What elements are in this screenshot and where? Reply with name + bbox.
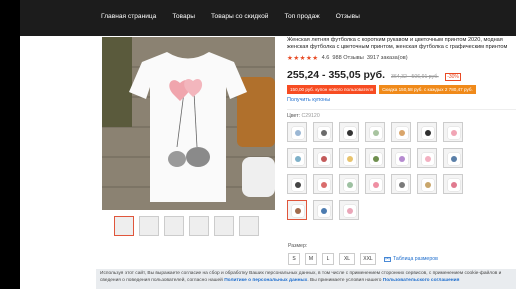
color-swatch[interactable] [339,174,359,194]
size-xl[interactable]: XL [339,253,355,265]
old-price: 364,32 - 506,91 руб. [391,74,439,80]
main-nav: Главная страница Товары Товары со скидко… [93,10,368,26]
swatch-print [321,182,327,188]
size-m[interactable]: M [305,253,317,265]
swatch-print [425,130,431,136]
color-swatch[interactable] [417,174,437,194]
size-s[interactable]: S [288,253,300,265]
color-swatch[interactable] [365,174,385,194]
product-title: Женская летняя футболка с коротким рукав… [287,37,508,50]
swatch-print [321,208,327,214]
divider [287,109,516,110]
color-swatch[interactable] [365,122,385,142]
window-edge [0,0,20,289]
swatch-print [425,156,431,162]
swatch-print [451,182,457,188]
color-label-text: Цвет: [287,113,301,119]
swatch-print [373,156,379,162]
thumbnail[interactable] [114,216,134,236]
color-swatch[interactable] [391,174,411,194]
color-swatch[interactable] [287,122,307,142]
swatch-print [451,130,457,136]
reviews-link[interactable]: 988 Отзывы [332,55,363,61]
get-coupons-link[interactable]: Получить купоны [287,97,516,103]
product-info: Женская летняя футболка с коротким рукав… [287,37,516,220]
cookie-banner: Используя этот сайт, Вы выражаете соглас… [96,269,516,289]
cookie-text-2: поведения пользователей, согласно нашей [126,277,223,283]
swatch-print [347,156,353,162]
user-agreement-link[interactable]: Пользовательского соглашения [383,278,460,283]
swatch-print [399,156,405,162]
swatch-print [321,156,327,162]
color-swatch[interactable] [287,148,307,168]
thumbnail[interactable] [139,216,159,236]
size-table-link[interactable]: Таблица размеров [384,256,438,262]
color-swatch[interactable] [313,122,333,142]
tshirt-photo-image [102,37,275,210]
color-swatch[interactable] [443,148,463,168]
size-options: S M L XL XXL Таблица размеров [288,253,438,265]
color-swatch[interactable] [313,148,333,168]
star-rating-icon: ★★★★★ [287,55,319,62]
nav-discounts[interactable]: Товары со скидкой [203,10,276,26]
color-swatch[interactable] [339,200,359,220]
size-table-label: Таблица размеров [393,256,438,262]
swatch-print [295,130,301,136]
thumbnail[interactable] [239,216,259,236]
cookie-text-3: . Вы принимаете условия нашего [307,277,382,283]
swatch-print [399,130,405,136]
swatch-print [347,130,353,136]
swatch-print [295,182,301,188]
swatch-print [321,130,327,136]
swatch-print [425,182,431,188]
color-swatch[interactable] [313,174,333,194]
rating-row: ★★★★★ 4.6 988 Отзывы 3917 заказа(ов) [287,54,516,62]
size-label: Размер: [288,243,308,249]
color-label: Цвет: C29120 [287,113,516,119]
swatch-print [451,156,457,162]
swatch-print [295,208,301,214]
color-swatch[interactable] [287,200,307,220]
size-l[interactable]: L [322,253,334,265]
color-swatch[interactable] [443,122,463,142]
thumbnail[interactable] [164,216,184,236]
swatch-print [347,182,353,188]
color-swatch[interactable] [417,122,437,142]
thumbnail[interactable] [214,216,234,236]
store-discount-coupon[interactable]: Скидка 150,58 руб. с каждых 2 780,47 руб… [379,85,476,94]
color-swatch[interactable] [287,174,307,194]
thumbnail[interactable] [189,216,209,236]
swatch-print [373,130,379,136]
color-swatch[interactable] [339,122,359,142]
nav-products[interactable]: Товары [164,10,203,26]
swatch-print [295,156,301,162]
color-swatch[interactable] [365,148,385,168]
color-swatch[interactable] [443,174,463,194]
discount-badge: -30% [444,73,462,81]
nav-home[interactable]: Главная страница [93,10,164,26]
size-xxl[interactable]: XXL [360,253,376,265]
product-thumbnails [114,216,259,236]
rating-value: 4.6 [321,55,330,61]
swatch-print [347,208,353,214]
swatch-print [373,182,379,188]
new-user-coupon[interactable]: 150,00 руб. купон нового пользователя [287,85,377,94]
orders-count: 3917 заказа(ов) [366,55,408,61]
current-price: 255,24 - 355,05 руб. [287,69,385,81]
nav-top-sales[interactable]: Топ продаж [276,10,327,26]
color-swatch[interactable] [339,148,359,168]
privacy-policy-link[interactable]: Политике о персональных данных [224,278,307,283]
coupons-row: 150,00 руб. купон нового пользователя Ск… [287,85,516,94]
swatch-print [399,182,405,188]
color-swatch[interactable] [313,200,333,220]
color-swatch[interactable] [417,148,437,168]
color-swatches [287,122,516,220]
ruler-icon [384,256,391,262]
main-product-photo[interactable] [102,37,275,210]
color-value: C29120 [301,113,320,119]
color-swatch[interactable] [391,122,411,142]
color-swatch[interactable] [391,148,411,168]
nav-reviews[interactable]: Отзывы [328,10,368,26]
price-row: 255,24 - 355,05 руб. 364,32 - 506,91 руб… [287,69,516,81]
